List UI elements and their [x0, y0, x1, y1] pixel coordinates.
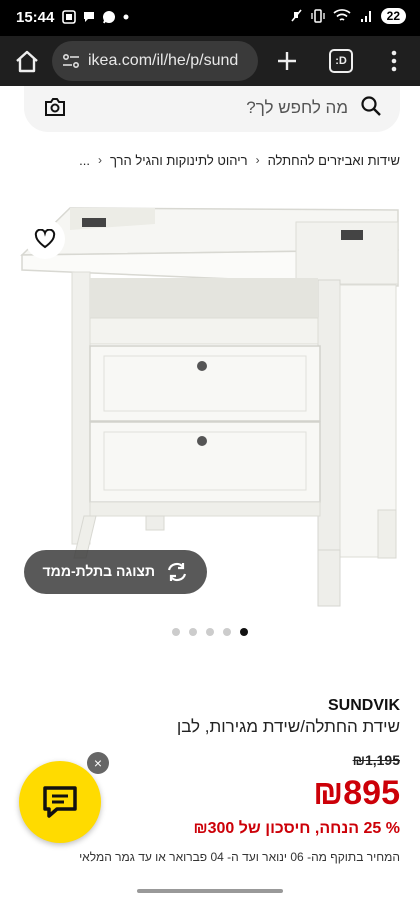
signal-icon	[360, 11, 371, 22]
breadcrumb-overflow[interactable]: ...	[79, 153, 90, 168]
chat-button[interactable]	[19, 761, 101, 843]
screenshot-icon	[62, 10, 76, 24]
mute-icon	[291, 9, 302, 22]
carousel-dot[interactable]	[172, 628, 180, 636]
status-time: 15:44	[16, 9, 55, 26]
carousel-dot[interactable]	[206, 628, 214, 636]
search-icon[interactable]	[360, 95, 382, 117]
price-validity-text: המחיר בתוקף מה- 06 ינואר ועד ה- 04 פברוא…	[79, 850, 400, 864]
view-3d-label: תצוגה בתלת-ממד	[42, 563, 156, 579]
image-carousel-dots	[172, 628, 248, 636]
rotate-3d-icon	[167, 562, 187, 582]
address-bar[interactable]: ikea.com/il/he/p/sund	[52, 41, 258, 81]
battery-indicator: 22	[380, 8, 406, 24]
chevron-left-icon: ‹	[255, 153, 260, 167]
home-icon[interactable]	[14, 49, 40, 75]
breadcrumb-item[interactable]: ריהוט לתינוקות והגיל הרך	[110, 153, 248, 168]
tab-switcher-button[interactable]: :D	[329, 49, 353, 73]
chat-bubble-icon	[84, 12, 94, 22]
dot-icon	[123, 14, 129, 20]
home-indicator[interactable]	[137, 889, 283, 893]
favorite-button[interactable]	[25, 219, 65, 259]
current-price: ₪895	[313, 774, 400, 812]
savings-text: % 25 הנחה, חיסכון של ₪300	[193, 820, 400, 837]
chat-close-button[interactable]: ×	[87, 752, 109, 774]
url-text[interactable]: ikea.com/il/he/p/sund	[88, 52, 254, 70]
carousel-dot-active[interactable]	[240, 628, 248, 636]
more-menu-icon[interactable]	[384, 48, 404, 74]
wifi-icon	[333, 9, 351, 21]
view-3d-button[interactable]: תצוגה בתלת-ממד	[24, 550, 207, 594]
new-tab-icon[interactable]	[274, 48, 300, 74]
heart-icon	[34, 229, 56, 249]
product-description: שידת החתלה/שידת מגירות, לבן	[176, 717, 400, 736]
chat-icon	[43, 786, 77, 818]
camera-icon[interactable]	[44, 96, 66, 118]
breadcrumb-item[interactable]: שידות ואביזרים להחתלה	[268, 153, 400, 168]
status-bar: 15:44 22	[0, 0, 420, 36]
chevron-left-icon: ‹	[97, 153, 102, 167]
search-bar[interactable]: מה לחפש לך?	[24, 86, 400, 132]
old-price: ₪1,195	[352, 752, 400, 768]
browser-toolbar: ikea.com/il/he/p/sund :D	[0, 36, 420, 86]
product-name: SUNDVIK	[327, 697, 400, 714]
whatsapp-icon	[103, 11, 115, 24]
site-settings-icon[interactable]	[62, 52, 80, 70]
carousel-dot[interactable]	[189, 628, 197, 636]
vibrate-icon	[310, 9, 325, 23]
carousel-dot[interactable]	[223, 628, 231, 636]
breadcrumb: שידות ואביזרים להחתלה ‹ ריהוט לתינוקות ו…	[24, 151, 400, 169]
search-input[interactable]: מה לחפש לך?	[246, 98, 348, 118]
